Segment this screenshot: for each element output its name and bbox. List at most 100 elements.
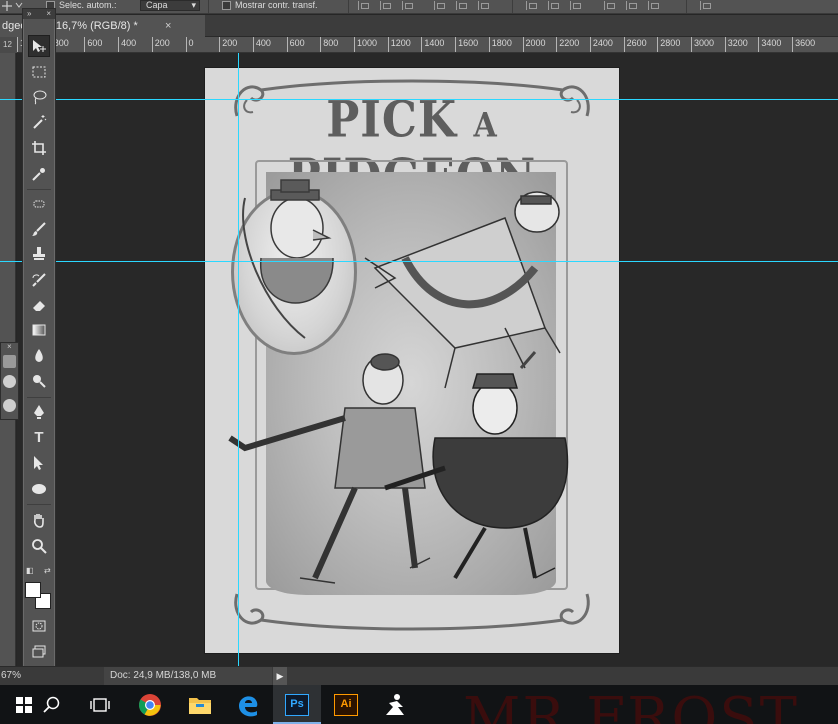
ruler-tick: 2000 [522, 37, 546, 52]
poster-document[interactable]: PICK A PIDGEON [205, 68, 619, 653]
spot-healing-icon[interactable] [28, 193, 50, 215]
ruler-tick: 3400 [758, 37, 781, 52]
photoshop-label: Ps [285, 693, 309, 716]
tools-panel-header[interactable]: » × [23, 9, 55, 19]
hand-icon[interactable] [28, 509, 50, 531]
ruler-tick: 400 [252, 37, 271, 52]
crop-icon[interactable] [28, 137, 50, 159]
bottom-ornament [234, 593, 590, 631]
quick-mask-icon[interactable] [28, 615, 50, 637]
align-bottom-icon[interactable] [478, 1, 489, 10]
close-icon[interactable]: × [165, 15, 171, 37]
move-tool-options-icon[interactable] [2, 0, 24, 13]
distribute-left-icon[interactable] [604, 1, 615, 10]
auto-align-layers-icon[interactable] [700, 1, 711, 10]
brush-icon[interactable] [28, 218, 50, 240]
pigeon-illustrations [228, 179, 569, 584]
distribute-right-icon[interactable] [648, 1, 659, 10]
horizontal-guide[interactable] [0, 261, 838, 262]
collapsed-panel-dock: × [0, 342, 19, 420]
swap-colors-icon[interactable]: ⇄ [44, 566, 51, 575]
illustrator-taskbar-icon[interactable]: Ai [322, 685, 370, 724]
distribute-vcenter-icon[interactable] [548, 1, 559, 10]
document-tab-bar: dgeo_final 16,7% (RGB/8) * × [0, 15, 838, 37]
desktop-wallpaper-text: MR FROST [463, 686, 799, 724]
ruler-tick: 1800 [488, 37, 512, 52]
ruler-tick: 200 [219, 37, 237, 52]
blur-icon[interactable] [28, 345, 50, 367]
align-left-icon[interactable] [358, 1, 369, 10]
eyedropper-icon[interactable] [28, 163, 50, 185]
task-view-icon[interactable] [76, 685, 124, 724]
align-right-icon[interactable] [402, 1, 413, 10]
distribute-bottom-icon[interactable] [570, 1, 581, 10]
auto-select-value: Capa [146, 0, 168, 10]
pen-icon[interactable] [28, 401, 50, 423]
status-bar: 67% Doc: 24,9 MB/138,0 MB ▶ [0, 666, 838, 685]
vertical-guide[interactable] [238, 53, 239, 666]
document-size-info: Doc: 24,9 MB/138,0 MB [104, 667, 272, 685]
ruler-tick: 1600 [455, 37, 478, 52]
rectangular-marquee-icon[interactable] [28, 61, 50, 83]
ruler-corner: 12 [0, 37, 17, 53]
zoom-level[interactable]: 67% [0, 667, 22, 685]
ruler-tick: 1200 [387, 37, 411, 52]
options-bar: Selec. autom.: Capa ▾ Mostrar contr. tra… [0, 0, 838, 14]
history-brush-icon[interactable] [28, 269, 50, 291]
chrome-icon[interactable] [126, 685, 174, 724]
ruler-tick: 400 [118, 37, 136, 52]
align-hcenter-icon[interactable] [380, 1, 391, 10]
photoshop-window: Selec. autom.: Capa ▾ Mostrar contr. tra… [0, 0, 838, 724]
type-icon[interactable]: T [28, 427, 50, 449]
search-icon[interactable] [28, 685, 76, 724]
screen-mode-icon[interactable] [28, 641, 50, 663]
distribute-top-icon[interactable] [526, 1, 537, 10]
auto-select-dropdown[interactable]: Capa ▾ [140, 0, 200, 11]
type-glyph: T [34, 429, 44, 446]
foreground-color-swatch[interactable] [25, 582, 41, 598]
close-icon[interactable]: × [7, 342, 12, 351]
gradient-icon[interactable] [28, 319, 50, 341]
ruler-tick: 600 [286, 37, 305, 52]
ruler-tick: 1400 [421, 37, 444, 52]
ruler-tick: 3200 [724, 37, 748, 52]
align-top-icon[interactable] [434, 1, 445, 10]
ruler-tick: 2600 [623, 37, 647, 52]
close-icon[interactable]: × [46, 9, 51, 18]
default-colors-icon[interactable]: ◧ [26, 566, 34, 575]
ruler-tick: 0 [185, 37, 194, 52]
ruler-tick: 1000 [354, 37, 377, 52]
zbrush-taskbar-icon[interactable] [371, 685, 419, 724]
distribute-hcenter-icon[interactable] [626, 1, 637, 10]
collapse-icon[interactable]: » [27, 9, 31, 18]
file-explorer-icon[interactable] [176, 685, 224, 724]
panel-info-icon[interactable] [3, 399, 16, 412]
status-menu-arrow[interactable]: ▶ [273, 667, 287, 685]
dodge-icon[interactable] [28, 370, 50, 392]
move-tool-icon[interactable] [28, 35, 50, 57]
ruler-tick: 3600 [792, 37, 815, 52]
auto-select-checkbox[interactable]: Selec. autom.: [46, 0, 117, 13]
edge-icon[interactable] [224, 685, 272, 724]
chevron-down-icon: ▾ [191, 0, 196, 10]
eraser-icon[interactable] [28, 294, 50, 316]
panel-history-icon[interactable] [3, 355, 16, 368]
magic-wand-icon[interactable] [28, 111, 50, 133]
panel-color-icon[interactable] [3, 375, 16, 388]
ruler-tick: 800 [320, 37, 338, 52]
path-selection-icon[interactable] [28, 452, 50, 474]
zoom-icon[interactable] [28, 535, 50, 557]
align-vcenter-icon[interactable] [456, 1, 467, 10]
tools-panel: » × T ◧ ⇄ [22, 8, 56, 668]
horizontal-guide[interactable] [0, 99, 838, 100]
horizontal-ruler[interactable]: 1000800600400200020040060080010001200140… [0, 37, 838, 53]
ruler-tick: 2400 [589, 37, 613, 52]
show-transform-controls-checkbox[interactable]: Mostrar contr. transf. [222, 0, 318, 13]
photoshop-taskbar-icon[interactable]: Ps [273, 685, 321, 724]
ruler-tick: 600 [84, 37, 102, 52]
ellipse-icon[interactable] [28, 478, 50, 500]
lasso-icon[interactable] [28, 86, 50, 108]
clone-stamp-icon[interactable] [28, 243, 50, 265]
show-transform-label: Mostrar contr. transf. [235, 0, 318, 10]
illustrator-label: Ai [334, 693, 358, 716]
